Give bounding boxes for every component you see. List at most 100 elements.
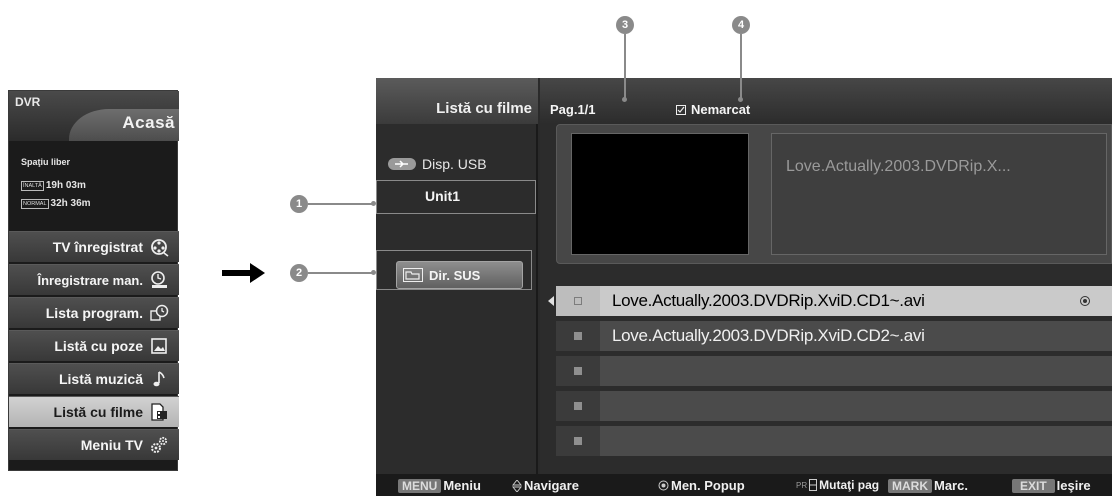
callout-2-dot (371, 270, 376, 275)
file-name: Love.Actually.2003.DVDRip.XviD.CD1~.avi (612, 291, 925, 310)
file-row[interactable] (556, 426, 1112, 456)
usb-device-row[interactable]: Disp. USB (388, 156, 487, 172)
callout-4-dot (738, 97, 743, 102)
free-space-label: Spaţiu liber (21, 157, 71, 167)
manual-record-clock-icon (149, 270, 169, 290)
row-checkbox[interactable] (556, 426, 600, 456)
file-pane: Pag.1/1 Nemarcat Love.Actually.2003.DVDR… (540, 78, 1112, 474)
menu-hint[interactable]: MENU Meniu (398, 478, 481, 493)
file-row[interactable]: Love.Actually.2003.DVDRip.XviD.CD1~.avi (556, 286, 1112, 316)
quality-high-badge: ÎNALTĂ (21, 180, 44, 191)
dir-up-label: Dir. SUS (429, 267, 481, 283)
menu-key: MENU (398, 478, 442, 493)
page-indicator: Pag.1/1 (550, 102, 596, 117)
dir-up-button[interactable]: Dir. SUS (396, 261, 523, 289)
file-row[interactable]: Love.Actually.2003.DVDRip.XviD.CD2~.avi (556, 321, 1112, 351)
dvr-item-label: TV înregistrat (52, 239, 143, 255)
callout-3-line (624, 34, 626, 100)
ok-button-icon (658, 480, 669, 491)
folder-up-icon (403, 268, 423, 282)
quality-normal-row: NORMAL 32h 36m (21, 198, 91, 209)
quality-high-row: ÎNALTĂ 19h 03m (21, 180, 86, 191)
video-thumbnail (571, 133, 749, 255)
quality-normal-badge: NORMAL (21, 198, 49, 209)
dvr-item-label: Listă muzică (58, 371, 143, 387)
dvr-item-recorded-tv[interactable]: TV înregistrat (9, 231, 179, 262)
file-list: Love.Actually.2003.DVDRip.XviD.CD1~.avi … (556, 286, 1112, 461)
callout-2-line (308, 272, 374, 274)
popup-hint-label: Men. Popup (671, 478, 745, 493)
callout-3: 3 (616, 16, 634, 34)
callout-2: 2 (290, 264, 308, 282)
key-hint-bar: MENU Meniu Navigare Men. Popup PR Mutaţi… (376, 474, 1112, 496)
playing-indicator-icon (1080, 296, 1090, 306)
dvr-item-label: Meniu TV (80, 437, 143, 453)
exit-hint[interactable]: EXIT Ieşire (1012, 478, 1091, 493)
dvr-menu: DVR Acasă Spaţiu liber ÎNALTĂ 19h 03m NO… (8, 90, 179, 471)
callout-1-dot (371, 201, 376, 206)
dvr-item-movie-list[interactable]: Listă cu filme (9, 396, 179, 427)
dvr-item-manual-record[interactable]: Înregistrare man. (9, 264, 179, 295)
gears-icon (149, 435, 169, 455)
row-checkbox[interactable] (556, 286, 600, 316)
preview-panel: Love.Actually.2003.DVDRip.X... (556, 124, 1112, 264)
checkbox-icon (676, 104, 686, 115)
dvr-header: DVR Acasă (9, 91, 179, 141)
file-info-box: Love.Actually.2003.DVDRip.X... (771, 133, 1107, 255)
exit-hint-label: Ieşire (1056, 478, 1091, 493)
row-checkbox[interactable] (556, 391, 600, 421)
dvr-item-label: Înregistrare man. (37, 272, 144, 288)
unmark-toggle[interactable]: Nemarcat (676, 102, 750, 117)
mark-hint-label: Marc. (934, 478, 968, 493)
navigation-pane: Listă cu filme Disp. USB Unit1 Dir. SUS (376, 78, 538, 474)
dvr-item-label: Lista program. (45, 305, 143, 321)
mark-hint[interactable]: MARK Marc. (888, 478, 968, 493)
dvr-title: DVR (15, 95, 41, 109)
quality-high-time: 19h 03m (45, 180, 86, 191)
schedule-clock-icon (149, 303, 169, 323)
film-reel-icon (149, 237, 169, 257)
menu-hint-label: Meniu (443, 478, 481, 493)
move-page-label: Mutaţi pag (819, 478, 880, 492)
dvr-home-tab[interactable]: Acasă (122, 113, 175, 133)
dvr-item-music-list[interactable]: Listă muzică (9, 363, 179, 394)
callout-3-dot (622, 97, 627, 102)
row-checkbox[interactable] (556, 356, 600, 386)
dvr-item-label: Listă cu poze (54, 338, 143, 354)
page-updown-icon (809, 479, 818, 491)
unit-label: Unit1 (425, 188, 460, 204)
movie-list-screen: Listă cu filme Disp. USB Unit1 Dir. SUS … (376, 78, 1112, 496)
dvr-item-tv-menu[interactable]: Meniu TV (9, 429, 179, 460)
selected-file-title: Love.Actually.2003.DVDRip.X... (786, 158, 1011, 175)
pr-key: PR (796, 480, 808, 490)
row-checkbox[interactable] (556, 321, 600, 351)
callout-1-line (308, 203, 374, 205)
quality-normal-time: 32h 36m (50, 198, 91, 209)
photo-icon (149, 336, 169, 356)
exit-key: EXIT (1012, 478, 1055, 493)
callout-4: 4 (732, 16, 750, 34)
movie-file-icon (149, 402, 169, 422)
dvr-item-photo-list[interactable]: Listă cu poze (9, 330, 179, 361)
navigate-hint: Navigare (512, 478, 579, 493)
mark-key: MARK (888, 478, 932, 493)
music-note-icon (149, 369, 169, 389)
unmark-label: Nemarcat (691, 102, 751, 117)
file-row[interactable] (556, 356, 1112, 386)
usb-icon (388, 158, 416, 170)
navigate-hint-label: Navigare (524, 478, 579, 493)
navigation-arrows-icon (512, 479, 522, 492)
right-arrow-icon (222, 263, 265, 283)
callout-1: 1 (290, 195, 308, 213)
page-title: Listă cu filme (436, 100, 532, 117)
title-bar: Listă cu filme (376, 78, 538, 124)
file-row[interactable] (556, 391, 1112, 421)
dvr-item-label: Listă cu filme (53, 404, 143, 420)
move-page-hint: PR Mutaţi pag (796, 478, 879, 492)
unit-selector[interactable]: Unit1 (376, 180, 536, 214)
file-name: Love.Actually.2003.DVDRip.XviD.CD2~.avi (612, 326, 925, 345)
usb-device-label: Disp. USB (422, 156, 487, 172)
dvr-item-schedule-list[interactable]: Lista program. (9, 297, 179, 328)
popup-hint: Men. Popup (658, 478, 745, 493)
row-pointer-icon (548, 296, 554, 306)
